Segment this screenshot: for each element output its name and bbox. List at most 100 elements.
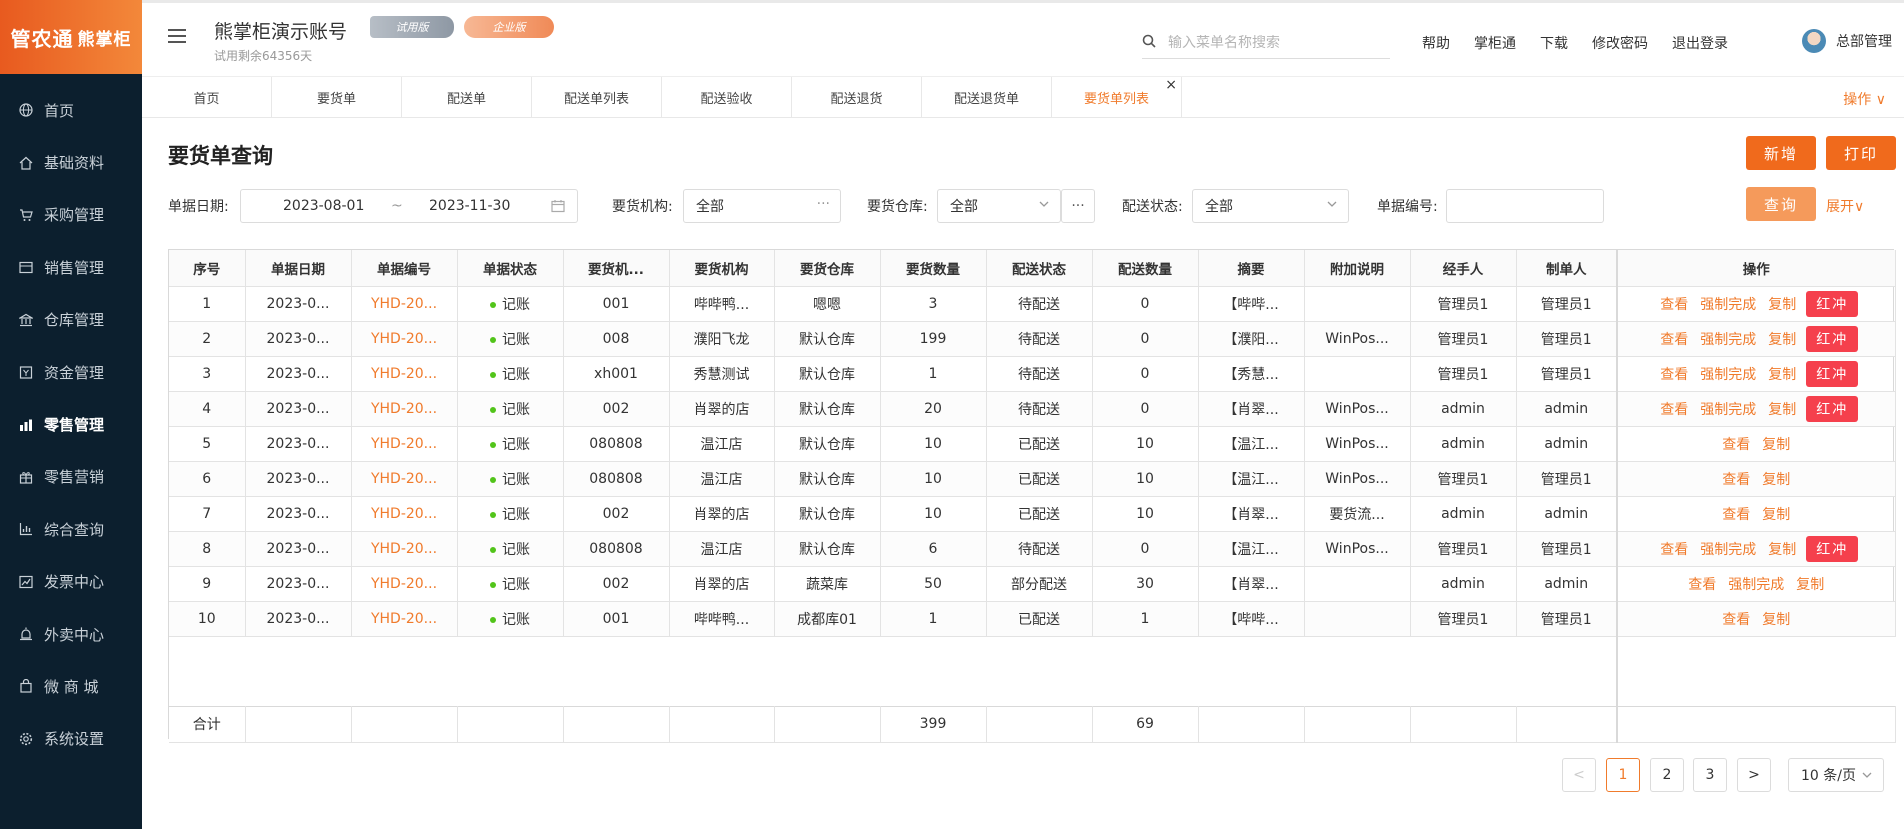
org-select[interactable]: 全部 ··· <box>683 189 841 223</box>
view-link[interactable]: 查看 <box>1722 437 1750 453</box>
tab-operations-button[interactable]: 操作 ∨ <box>1843 89 1886 109</box>
table-row[interactable]: 8 2023-0... YHD-20... 记账 080808 温江店 默认仓库 6 待配送 0 【… <box>169 531 1896 567</box>
tab-7[interactable]: 要货单列表 × <box>1052 77 1182 117</box>
cell-code[interactable]: YHD-20... <box>351 566 458 602</box>
view-link[interactable]: 查看 <box>1722 472 1750 488</box>
sidebar-item-3[interactable]: 销售管理 <box>0 241 142 293</box>
sidebar-item-11[interactable]: 微 商 城 <box>0 660 142 712</box>
sidebar-item-10[interactable]: 外卖中心 <box>0 608 142 660</box>
tab-1[interactable]: 要货单 <box>272 77 402 117</box>
sidebar-item-0[interactable]: 首页 <box>0 84 142 136</box>
copy-link[interactable]: 复制 <box>1768 367 1796 383</box>
query-button[interactable]: 查询 <box>1746 187 1816 221</box>
view-link[interactable]: 查看 <box>1660 367 1688 383</box>
view-link[interactable]: 查看 <box>1660 402 1688 418</box>
next-page-button[interactable]: > <box>1737 758 1771 792</box>
force-complete-link[interactable]: 强制完成 <box>1700 402 1756 418</box>
page-1-button[interactable]: 1 <box>1606 758 1640 792</box>
view-link[interactable]: 查看 <box>1660 542 1688 558</box>
force-complete-link[interactable]: 强制完成 <box>1728 577 1784 593</box>
table-row[interactable]: 7 2023-0... YHD-20... 记账 002 肖翠的店 默认仓库 10 已配送 10 【… <box>169 496 1896 532</box>
red-reverse-button[interactable]: 红冲 <box>1806 325 1859 352</box>
red-reverse-button[interactable]: 红冲 <box>1806 395 1859 422</box>
expand-filters-link[interactable]: 展开∨ <box>1826 196 1864 216</box>
print-button[interactable]: 打印 <box>1826 136 1896 170</box>
date-range-picker[interactable]: 2023-08-01 ~ 2023-11-30 <box>240 189 578 223</box>
copy-link[interactable]: 复制 <box>1762 437 1790 453</box>
table-row[interactable]: 1 2023-0... YHD-20... 记账 001 哔哔鸭... 嗯嗯 3 待配送 0 【哔哔… <box>169 286 1896 322</box>
header-link-1[interactable]: 掌柜通 <box>1474 33 1516 53</box>
warehouse-more-button[interactable]: ··· <box>1061 189 1095 223</box>
header-link-4[interactable]: 退出登录 <box>1672 33 1728 53</box>
sidebar-item-5[interactable]: 资金管理 <box>0 346 142 398</box>
warehouse-select[interactable]: 全部 <box>937 189 1061 223</box>
avatar[interactable] <box>1802 29 1826 53</box>
cell-code[interactable]: YHD-20... <box>351 496 458 532</box>
close-icon[interactable]: × <box>1165 77 1177 93</box>
sidebar-item-12[interactable]: 系统设置 <box>0 713 142 765</box>
sidebar-item-6[interactable]: 零售管理 <box>0 398 142 450</box>
view-link[interactable]: 查看 <box>1660 332 1688 348</box>
tab-2[interactable]: 配送单 <box>402 77 532 117</box>
sidebar-item-9[interactable]: 发票中心 <box>0 556 142 608</box>
header-link-0[interactable]: 帮助 <box>1422 33 1450 53</box>
header-link-3[interactable]: 修改密码 <box>1592 33 1648 53</box>
user-menu[interactable]: 总部管理 <box>1802 29 1892 53</box>
copy-link[interactable]: 复制 <box>1768 297 1796 313</box>
red-reverse-button[interactable]: 红冲 <box>1806 290 1859 317</box>
sidebar-item-2[interactable]: 采购管理 <box>0 189 142 241</box>
sidebar-item-7[interactable]: 零售营销 <box>0 451 142 503</box>
sidebar-item-1[interactable]: 基础资料 <box>0 136 142 188</box>
red-reverse-button[interactable]: 红冲 <box>1806 360 1859 387</box>
page-3-button[interactable]: 3 <box>1693 758 1727 792</box>
prev-page-button[interactable]: < <box>1562 758 1596 792</box>
copy-link[interactable]: 复制 <box>1768 332 1796 348</box>
red-reverse-button[interactable]: 红冲 <box>1806 535 1859 562</box>
force-complete-link[interactable]: 强制完成 <box>1700 542 1756 558</box>
tab-3[interactable]: 配送单列表 <box>532 77 662 117</box>
app-logo[interactable]: 管农通 熊掌柜 <box>0 0 142 74</box>
search-input[interactable] <box>1168 34 1378 51</box>
table-row[interactable]: 3 2023-0... YHD-20... 记账 xh001 秀慧测试 默认仓库 1 待配送 0 【… <box>169 356 1896 392</box>
table-row[interactable]: 9 2023-0... YHD-20... 记账 002 肖翠的店 蔬菜库 50 部分配送 30 【… <box>169 566 1896 602</box>
cell-code[interactable]: YHD-20... <box>351 356 458 392</box>
copy-link[interactable]: 复制 <box>1762 472 1790 488</box>
copy-link[interactable]: 复制 <box>1762 612 1790 628</box>
cell-code[interactable]: YHD-20... <box>351 426 458 462</box>
ship-status-select[interactable]: 全部 <box>1192 189 1349 223</box>
view-link[interactable]: 查看 <box>1722 612 1750 628</box>
sidebar-item-8[interactable]: 综合查询 <box>0 503 142 555</box>
table-row[interactable]: 2 2023-0... YHD-20... 记账 008 濮阳飞龙 默认仓库 199 待配送 0 【… <box>169 321 1896 357</box>
copy-link[interactable]: 复制 <box>1768 542 1796 558</box>
view-link[interactable]: 查看 <box>1660 297 1688 313</box>
tab-5[interactable]: 配送退货 <box>792 77 922 117</box>
page-size-select[interactable]: 10 条/页 <box>1788 758 1884 792</box>
page-2-button[interactable]: 2 <box>1650 758 1684 792</box>
view-link[interactable]: 查看 <box>1722 507 1750 523</box>
tab-4[interactable]: 配送验收 <box>662 77 792 117</box>
copy-link[interactable]: 复制 <box>1768 402 1796 418</box>
cell-code[interactable]: YHD-20... <box>351 531 458 567</box>
sidebar-item-4[interactable]: 仓库管理 <box>0 294 142 346</box>
table-row[interactable]: 4 2023-0... YHD-20... 记账 002 肖翠的店 默认仓库 20 待配送 0 【肖… <box>169 391 1896 427</box>
menu-toggle-icon[interactable] <box>168 29 186 45</box>
table-row[interactable]: 10 2023-0... YHD-20... 记账 001 哔哔鸭... 成都库01 1 已配送… <box>169 601 1896 637</box>
force-complete-link[interactable]: 强制完成 <box>1700 367 1756 383</box>
copy-link[interactable]: 复制 <box>1762 507 1790 523</box>
cell-code[interactable]: YHD-20... <box>351 601 458 637</box>
cell-code[interactable]: YHD-20... <box>351 461 458 497</box>
force-complete-link[interactable]: 强制完成 <box>1700 297 1756 313</box>
doc-no-input[interactable] <box>1446 189 1604 223</box>
cell-code[interactable]: YHD-20... <box>351 286 458 322</box>
table-row[interactable]: 5 2023-0... YHD-20... 记账 080808 温江店 默认仓库 10 已配送 1… <box>169 426 1896 462</box>
cell-code[interactable]: YHD-20... <box>351 391 458 427</box>
tab-6[interactable]: 配送退货单 <box>922 77 1052 117</box>
view-link[interactable]: 查看 <box>1688 577 1716 593</box>
header-link-2[interactable]: 下载 <box>1540 33 1568 53</box>
force-complete-link[interactable]: 强制完成 <box>1700 332 1756 348</box>
add-button[interactable]: 新增 <box>1746 136 1816 170</box>
tab-0[interactable]: 首页 <box>142 77 272 117</box>
more-icon[interactable]: ··· <box>817 196 830 212</box>
table-row[interactable]: 6 2023-0... YHD-20... 记账 080808 温江店 默认仓库 10 已配送 1… <box>169 461 1896 497</box>
copy-link[interactable]: 复制 <box>1796 577 1824 593</box>
